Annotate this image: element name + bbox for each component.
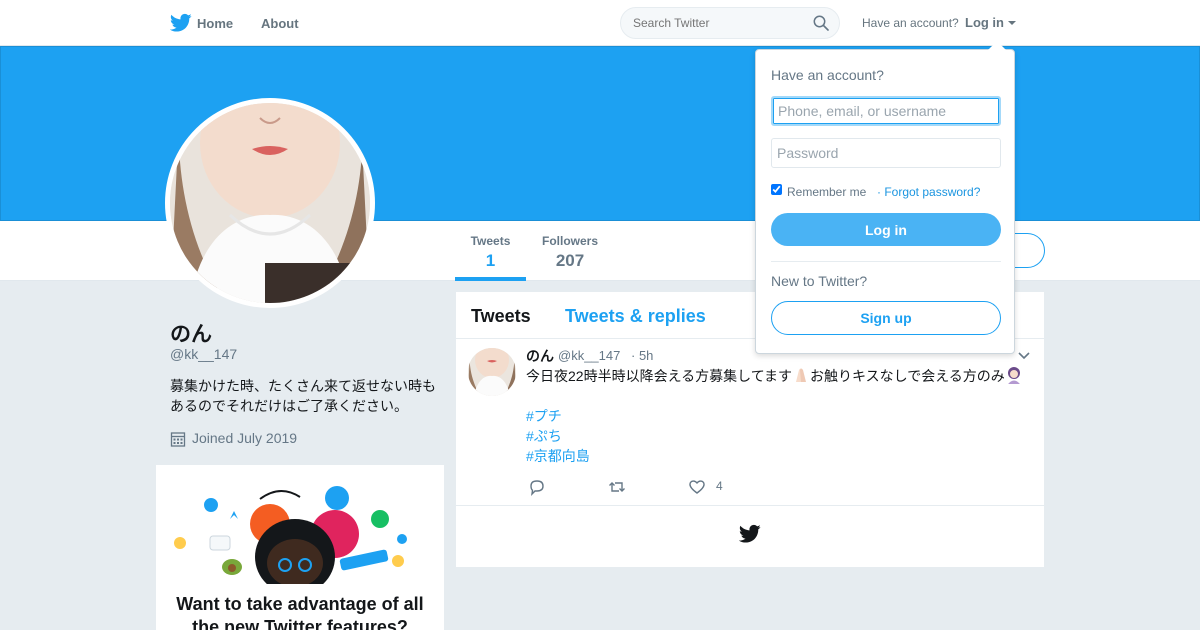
dropdown-arrow [988,41,1006,50]
tweet-avatar-photo [468,348,516,396]
stat-tweets[interactable]: Tweets 1 [470,234,511,271]
forgot-password-link[interactable]: · Forgot password? [877,185,980,199]
tweet-timestamp[interactable]: · 5h [631,348,653,363]
password-input[interactable] [771,138,1001,168]
caret-down-icon[interactable] [1008,21,1016,25]
tab-tweets[interactable]: Tweets [471,306,531,327]
praying-hands-emoji-icon [796,368,807,382]
twitter-bird-icon [739,524,761,543]
stat-label: Followers [541,234,598,248]
tweet-item[interactable]: のん @kk__147 · 5h 今日夜22時半時以降会える方募集してます お触り… [456,340,1044,506]
search-input[interactable] [633,16,803,30]
login-dropdown-toggle[interactable]: Log in [965,15,1004,30]
tweet-hashtag-link[interactable]: #プチ [526,406,562,426]
profile-name: のん [170,323,212,346]
login-button[interactable]: Log in [771,213,1001,246]
nav-home-link[interactable]: Home [197,16,233,31]
reply-icon[interactable] [528,478,546,496]
tweet-text-part2: お触りキスなしで会える方のみ [810,368,1005,384]
chevron-down-icon[interactable] [1018,352,1030,360]
tweet-hashtag-link[interactable]: #京都向島 [526,446,590,466]
login-dropdown-title: Have an account? [771,67,884,83]
search-icon[interactable] [813,15,829,31]
profile-bio: 募集かけた時、たくさん来て返せない時もあるのでそれだけはご了承ください。 [170,378,436,414]
avatar-photo [170,103,370,303]
tweet-author-name[interactable]: のん [526,346,554,366]
profile-joined: Joined July 2019 [170,430,297,447]
tab-tweets-and-replies[interactable]: Tweets & replies [565,306,706,327]
stat-value: 207 [555,251,585,270]
nav-about-link[interactable]: About [261,16,299,31]
like-count: 4 [716,479,723,493]
dropdown-divider [771,261,1001,262]
signup-button[interactable]: Sign up [771,301,1001,335]
twitter-bird-icon[interactable] [170,13,192,33]
stat-label: Tweets [470,234,511,248]
promo-card: Want to take advantage of all the new Tw… [156,465,444,630]
login-dropdown: Have an account? Remember me · Forgot pa… [755,41,1015,354]
profile-avatar[interactable] [165,98,375,308]
tweet-avatar[interactable] [468,348,516,396]
have-account-text: Have an account? [862,16,959,30]
tweet-text-part1: 今日夜22時半時以降会える方募集してます [526,368,793,384]
tweet-hashtag-link[interactable]: #ぷち [526,426,562,446]
profile-handle[interactable]: @kk__147 [170,346,237,362]
username-input[interactable] [771,96,1001,126]
top-navigation-bar: Home About Have an account? Log in [0,0,1200,46]
tweet-author-handle[interactable]: @kk__147 [558,348,620,363]
stat-value: 1 [485,251,496,270]
retweet-icon[interactable] [608,478,626,496]
joined-text: Joined July 2019 [192,430,298,446]
remember-me-checkbox[interactable] [771,184,782,195]
active-stat-underline [455,277,526,281]
tweet-text: 今日夜22時半時以降会える方募集してます お触りキスなしで会える方のみ [526,366,1036,386]
remember-me-label[interactable]: Remember me [787,185,866,199]
promo-title: Want to take advantage of all the new Tw… [176,594,424,630]
person-tipping-hand-emoji-icon [1007,367,1020,384]
new-to-twitter-text: New to Twitter? [771,273,868,289]
heart-icon[interactable] [688,478,706,496]
promo-illustration [174,486,407,584]
stat-followers[interactable]: Followers 207 [541,234,599,271]
search-box[interactable] [620,7,840,39]
calendar-icon [170,432,186,447]
